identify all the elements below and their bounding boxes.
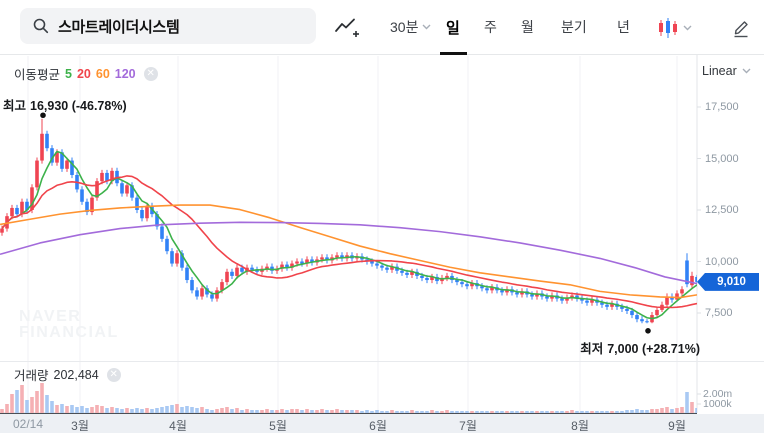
- tab-weekly[interactable]: 주: [484, 0, 497, 54]
- volume-label: 거래량: [14, 369, 49, 383]
- ma-legend-close-icon[interactable]: ✕: [143, 66, 158, 81]
- low-change: (+28.71%): [641, 342, 700, 356]
- current-price-badge: 9,010: [697, 272, 759, 291]
- selected-tab-underline: [440, 52, 467, 55]
- low-marker-dot: [645, 328, 651, 334]
- header: 스마트레이더시스템 30분 일 주 월 분기 년: [0, 0, 764, 55]
- low-price-annotation: 최저 7,000 (+28.71%): [580, 342, 700, 356]
- time-tick-label: 02/14: [12, 417, 44, 431]
- tab-daily[interactable]: 일: [446, 0, 460, 54]
- time-tick-label: 9월: [668, 419, 686, 433]
- time-tick-label: 3월: [71, 419, 89, 433]
- stock-name: 스마트레이더시스템: [58, 18, 180, 36]
- ma60-label: 60: [95, 66, 110, 81]
- high-change: (-46.78%): [71, 99, 127, 113]
- price-tick-label: 12,500: [705, 204, 739, 216]
- price-tick-label: 10,000: [705, 255, 739, 268]
- moving-average-legend: 이동평균 5 20 60 120 ✕: [14, 64, 158, 83]
- chevron-down-icon: [742, 68, 751, 74]
- high-value: 16,930: [30, 99, 69, 113]
- time-tick-label: 4월: [169, 419, 187, 433]
- tab-monthly[interactable]: 월: [521, 0, 534, 54]
- low-value: 7,000: [607, 342, 639, 356]
- price-tick-label: 7,500: [705, 307, 733, 319]
- stock-search-box[interactable]: 스마트레이더시스템: [20, 8, 316, 44]
- draw-tool-button[interactable]: [731, 0, 751, 55]
- volume-legend-close-icon[interactable]: ✕: [106, 367, 121, 382]
- volume-legend: 거래량 202,484 ✕: [14, 365, 121, 384]
- pencil-icon: [734, 20, 748, 37]
- search-icon: [33, 18, 49, 34]
- ma-legend-title: 이동평균: [14, 68, 61, 82]
- tab-30min[interactable]: 30분: [390, 0, 431, 54]
- ma20-label: 20: [76, 66, 91, 81]
- candlestick-icon: [659, 17, 677, 38]
- time-axis: 02/14 3월 4월 5월 6월 7월 8월 9월: [0, 414, 764, 433]
- add-chart-icon[interactable]: [334, 0, 360, 55]
- high-price-annotation: 최고 16,930 (-46.78%): [3, 99, 127, 113]
- chevron-down-icon: [422, 24, 431, 30]
- price-tick-label: 17,500: [705, 101, 739, 113]
- ma120-label: 120: [114, 66, 136, 81]
- stock-chart-app: 스마트레이더시스템 30분 일 주 월 분기 년 이동평균 5 20 60 12…: [0, 0, 764, 433]
- time-tick-label: 5월: [269, 419, 287, 433]
- volume-value: 202,484: [53, 367, 99, 382]
- chart-style-button[interactable]: [657, 0, 692, 55]
- time-tick-label: 8월: [571, 419, 589, 433]
- time-tick-label: 7월: [459, 419, 477, 433]
- chevron-down-icon: [683, 25, 692, 30]
- time-tick-label: 6월: [369, 419, 387, 433]
- scale-selector[interactable]: Linear: [702, 64, 751, 78]
- price-tick-label: 15,000: [705, 152, 739, 165]
- tab-yearly[interactable]: 년: [617, 0, 630, 54]
- tab-quarterly[interactable]: 분기: [561, 0, 587, 54]
- ma5-label: 5: [65, 66, 72, 81]
- volume-axis-tick: 1000k: [703, 398, 732, 410]
- naver-financial-watermark: NAVER FINANCIAL: [19, 308, 119, 341]
